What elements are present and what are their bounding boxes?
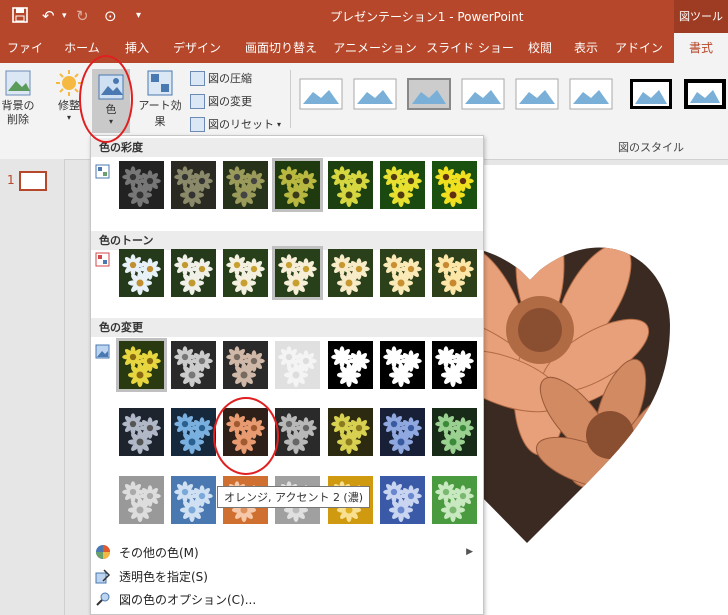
color-variant-thumbnail[interactable] xyxy=(116,338,167,392)
highlight-ring-orange-accent xyxy=(213,397,279,475)
transparent-color-icon xyxy=(95,569,111,584)
compress-icon xyxy=(190,70,205,86)
picture-color-options-menu-item[interactable]: 図の色のオプション(C)... xyxy=(95,588,475,610)
change-picture-label: 図の変更 xyxy=(208,95,252,108)
color-variant-thumbnail[interactable] xyxy=(380,476,425,524)
artistic-effects-icon xyxy=(147,70,173,96)
saturation-section-header: 色の彩度 xyxy=(91,138,483,157)
customize-qat-icon[interactable]: ▾ xyxy=(136,10,141,21)
tone-icon xyxy=(95,252,110,267)
color-variant-thumbnail[interactable] xyxy=(119,408,164,456)
undo-dropdown-icon[interactable]: ▾ xyxy=(62,11,67,21)
tab-file[interactable]: ファイル xyxy=(2,33,48,85)
redo-icon: ↻ xyxy=(76,7,89,25)
recolor-icon xyxy=(95,344,110,359)
color-variant-thumbnail[interactable] xyxy=(432,341,477,389)
color-variant-thumbnail[interactable] xyxy=(171,161,216,209)
tooltip: オレンジ, アクセント 2 (濃) xyxy=(217,486,371,508)
tab-addins[interactable]: アドイン xyxy=(614,33,664,63)
color-gallery-dropdown: 色の彩度 色のトーン 色の変更 その他の色(M) ▶ 透明色を指定(S) 図の色… xyxy=(90,135,484,615)
color-variant-thumbnail[interactable] xyxy=(432,161,477,209)
color-variant-thumbnail[interactable] xyxy=(328,249,373,297)
picture-style-thumb[interactable] xyxy=(407,78,451,110)
tab-design[interactable]: デザイン xyxy=(170,33,224,63)
tone-section-header: 色のトーン xyxy=(91,231,483,250)
color-variant-thumbnail[interactable] xyxy=(223,249,268,297)
change-picture-icon xyxy=(190,93,205,109)
color-variant-thumbnail[interactable] xyxy=(223,341,268,389)
tab-review[interactable]: 校閲 xyxy=(520,33,560,63)
color-variant-thumbnail[interactable] xyxy=(119,476,164,524)
color-variant-thumbnail[interactable] xyxy=(432,408,477,456)
chevron-down-icon: ▾ xyxy=(277,119,282,129)
more-colors-menu-item[interactable]: その他の色(M) ▶ xyxy=(95,541,475,563)
tab-view[interactable]: 表示 xyxy=(566,33,606,63)
artistic-effects-button[interactable]: アート効果 xyxy=(134,69,186,129)
color-variant-thumbnail[interactable] xyxy=(223,161,268,209)
picture-style-thumb[interactable] xyxy=(461,78,505,110)
picture-styles-gallery xyxy=(290,70,728,128)
color-variant-thumbnail[interactable] xyxy=(171,249,216,297)
picture-color-options-label: 図の色のオプション(C)... xyxy=(119,592,257,607)
remove-background-label: 背景の 削除 xyxy=(1,99,35,126)
picture-style-thumb[interactable] xyxy=(683,78,727,110)
set-transparent-color-label: 透明色を指定(S) xyxy=(119,569,208,584)
picture-styles-label: 図のスタイル xyxy=(618,141,684,154)
color-variant-thumbnail[interactable] xyxy=(432,476,477,524)
color-variant-thumbnail[interactable] xyxy=(432,249,477,297)
title-bar: ↶ ▾ ↻ ⊙ ▾ プレゼンテーション1 - PowerPoint 図ツール xyxy=(0,0,728,33)
highlight-ring-color-button xyxy=(79,55,133,143)
color-variant-thumbnail[interactable] xyxy=(272,246,323,300)
color-variant-thumbnail[interactable] xyxy=(380,161,425,209)
slide-thumbnail[interactable] xyxy=(19,171,47,191)
picture-style-thumb[interactable] xyxy=(629,78,673,110)
color-variant-thumbnail[interactable] xyxy=(171,341,216,389)
save-icon[interactable] xyxy=(12,7,28,27)
presentation-icon[interactable]: ⊙ xyxy=(104,7,117,25)
color-variant-thumbnail[interactable] xyxy=(328,408,373,456)
picture-style-thumb[interactable] xyxy=(353,78,397,110)
color-variant-thumbnail[interactable] xyxy=(275,408,320,456)
picture-style-thumb[interactable] xyxy=(569,78,613,110)
tab-animations[interactable]: アニメーション xyxy=(332,33,418,63)
picture-style-thumb[interactable] xyxy=(299,78,343,110)
color-variant-thumbnail[interactable] xyxy=(380,341,425,389)
picture-tools-label: 図ツール xyxy=(674,0,728,33)
color-wheel-icon xyxy=(96,545,110,559)
picture-style-thumb[interactable] xyxy=(515,78,559,110)
remove-background-button[interactable]: 背景の 削除 xyxy=(0,69,36,127)
color-variant-thumbnail[interactable] xyxy=(328,341,373,389)
color-variant-thumbnail[interactable] xyxy=(171,476,216,524)
color-variant-thumbnail[interactable] xyxy=(328,161,373,209)
tab-slideshow[interactable]: スライド ショー xyxy=(422,33,518,63)
change-picture-button[interactable]: 図の変更 xyxy=(190,93,252,109)
color-variant-thumbnail[interactable] xyxy=(119,161,164,209)
compress-pictures-button[interactable]: 図の圧縮 xyxy=(190,70,252,86)
set-transparent-color-menu-item[interactable]: 透明色を指定(S) xyxy=(95,565,475,587)
tab-insert[interactable]: 挿入 xyxy=(118,33,156,63)
window-title: プレゼンテーション1 - PowerPoint xyxy=(330,10,524,24)
submenu-arrow-icon: ▶ xyxy=(466,547,473,557)
remove-background-icon xyxy=(5,70,31,96)
reset-picture-icon xyxy=(190,116,205,132)
color-variant-thumbnail[interactable] xyxy=(275,341,320,389)
compress-label: 図の圧縮 xyxy=(208,72,252,85)
more-colors-label: その他の色(M) xyxy=(119,545,199,560)
tab-format[interactable]: 書式 xyxy=(674,33,728,63)
saturation-icon xyxy=(95,164,110,179)
color-variant-thumbnail[interactable] xyxy=(119,249,164,297)
color-options-icon xyxy=(96,592,110,606)
color-variant-thumbnail[interactable] xyxy=(272,158,323,212)
slide-thumbnail-pane: 1 xyxy=(0,159,65,615)
recolor-section-header: 色の変更 xyxy=(91,318,483,337)
color-variant-thumbnail[interactable] xyxy=(171,408,216,456)
color-variant-thumbnail[interactable] xyxy=(380,249,425,297)
tab-transitions[interactable]: 画面切り替え xyxy=(238,33,324,63)
reset-picture-label: 図のリセット xyxy=(208,118,274,131)
slide-number: 1 xyxy=(7,173,15,187)
undo-icon[interactable]: ↶ xyxy=(42,7,55,25)
reset-picture-button[interactable]: 図のリセット ▾ xyxy=(190,116,281,132)
artistic-effects-label: アート効果 xyxy=(138,99,182,128)
color-variant-thumbnail[interactable] xyxy=(380,408,425,456)
